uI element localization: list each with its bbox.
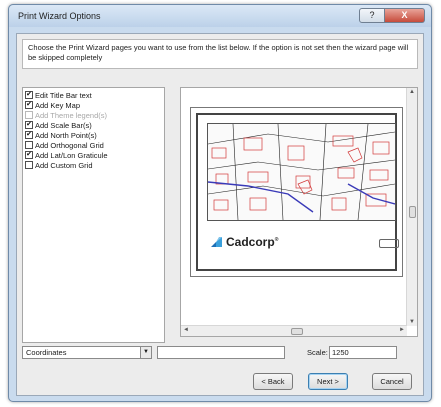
logo-text: Cadcorp®	[226, 235, 279, 249]
option-item[interactable]: Add Orthogonal Grid	[25, 140, 162, 150]
options-list[interactable]: ✔ Edit Title Bar text ✔ Add Key Map Add Them…	[22, 87, 165, 343]
back-button[interactable]: < Back	[253, 373, 293, 390]
option-item[interactable]: ✔ Add Lat/Lon Graticule	[25, 150, 162, 160]
option-label: Edit Title Bar text	[35, 90, 92, 100]
checkbox-icon[interactable]	[25, 161, 33, 169]
window-title: Print Wizard Options	[18, 11, 101, 21]
checkbox-checked-icon[interactable]: ✔	[25, 121, 33, 129]
option-label: Add Scale Bar(s)	[35, 120, 92, 130]
scale-bar-icon	[379, 239, 399, 248]
option-item[interactable]: Add Custom Grid	[25, 160, 162, 170]
dialog-window: Print Wizard Options ? X Choose the Prin…	[8, 4, 432, 402]
option-item[interactable]: Add Theme legend(s)	[25, 110, 162, 120]
preview-horizontal-scrollbar[interactable]: ◄ ►	[181, 325, 407, 336]
scale-input[interactable]: 1250	[329, 346, 397, 359]
chevron-down-icon[interactable]: ▼	[140, 347, 151, 358]
scale-label: Scale:	[307, 348, 328, 357]
checkbox-checked-icon[interactable]: ✔	[25, 101, 33, 109]
coordinate-mode-select[interactable]: Coordinates ▼	[22, 346, 152, 359]
checkbox-icon[interactable]	[25, 141, 33, 149]
horizontal-scroll-thumb[interactable]	[291, 328, 303, 335]
checkbox-checked-icon[interactable]: ✔	[25, 91, 33, 99]
help-button[interactable]: ?	[359, 8, 385, 23]
checkbox-checked-icon[interactable]: ✔	[25, 131, 33, 139]
coordinate-mode-value: Coordinates	[26, 348, 67, 357]
option-label: Add Key Map	[35, 100, 81, 110]
coordinate-field[interactable]	[157, 346, 285, 359]
option-label: Add Theme legend(s)	[35, 110, 107, 120]
cadcorp-logo: Cadcorp®	[210, 235, 278, 249]
option-label: Add Lat/Lon Graticule	[35, 150, 108, 160]
scroll-up-icon[interactable]: ▲	[409, 89, 415, 95]
checkbox-checked-icon[interactable]: ✔	[25, 151, 33, 159]
close-button[interactable]: X	[385, 8, 425, 23]
cadcorp-logo-icon	[211, 237, 222, 247]
option-item[interactable]: ✔ Add Scale Bar(s)	[25, 120, 162, 130]
title-bar[interactable]: Print Wizard Options ? X	[9, 5, 431, 27]
cancel-button[interactable]: Cancel	[372, 373, 412, 390]
scroll-down-icon[interactable]: ▼	[409, 319, 415, 325]
option-item[interactable]: ✔ Add Key Map	[25, 100, 162, 110]
coordinates-row: Coordinates ▼ Scale: 1250	[22, 346, 420, 362]
option-label: Add Orthogonal Grid	[35, 140, 104, 150]
map-frame	[207, 123, 396, 221]
page-border: Cadcorp®	[196, 113, 399, 271]
option-label: Add North Point(s)	[35, 130, 97, 140]
print-preview[interactable]: Cadcorp® ▲ ▼ ◄ ►	[180, 87, 418, 337]
scroll-right-icon[interactable]: ►	[399, 327, 405, 333]
vertical-scroll-thumb[interactable]	[409, 206, 416, 218]
preview-vertical-scrollbar[interactable]: ▲ ▼	[406, 88, 417, 326]
dialog-body: Choose the Print Wizard pages you want t…	[16, 33, 424, 396]
preview-page: Cadcorp®	[190, 107, 403, 277]
next-button[interactable]: Next >	[308, 373, 348, 390]
option-item[interactable]: ✔ Edit Title Bar text	[25, 90, 162, 100]
instructions-text: Choose the Print Wizard pages you want t…	[22, 39, 418, 69]
scroll-left-icon[interactable]: ◄	[183, 327, 189, 333]
map-image	[208, 124, 395, 220]
option-label: Add Custom Grid	[35, 160, 93, 170]
option-item[interactable]: ✔ Add North Point(s)	[25, 130, 162, 140]
checkbox-icon[interactable]	[25, 111, 33, 119]
title-buttons: ? X	[359, 8, 425, 24]
